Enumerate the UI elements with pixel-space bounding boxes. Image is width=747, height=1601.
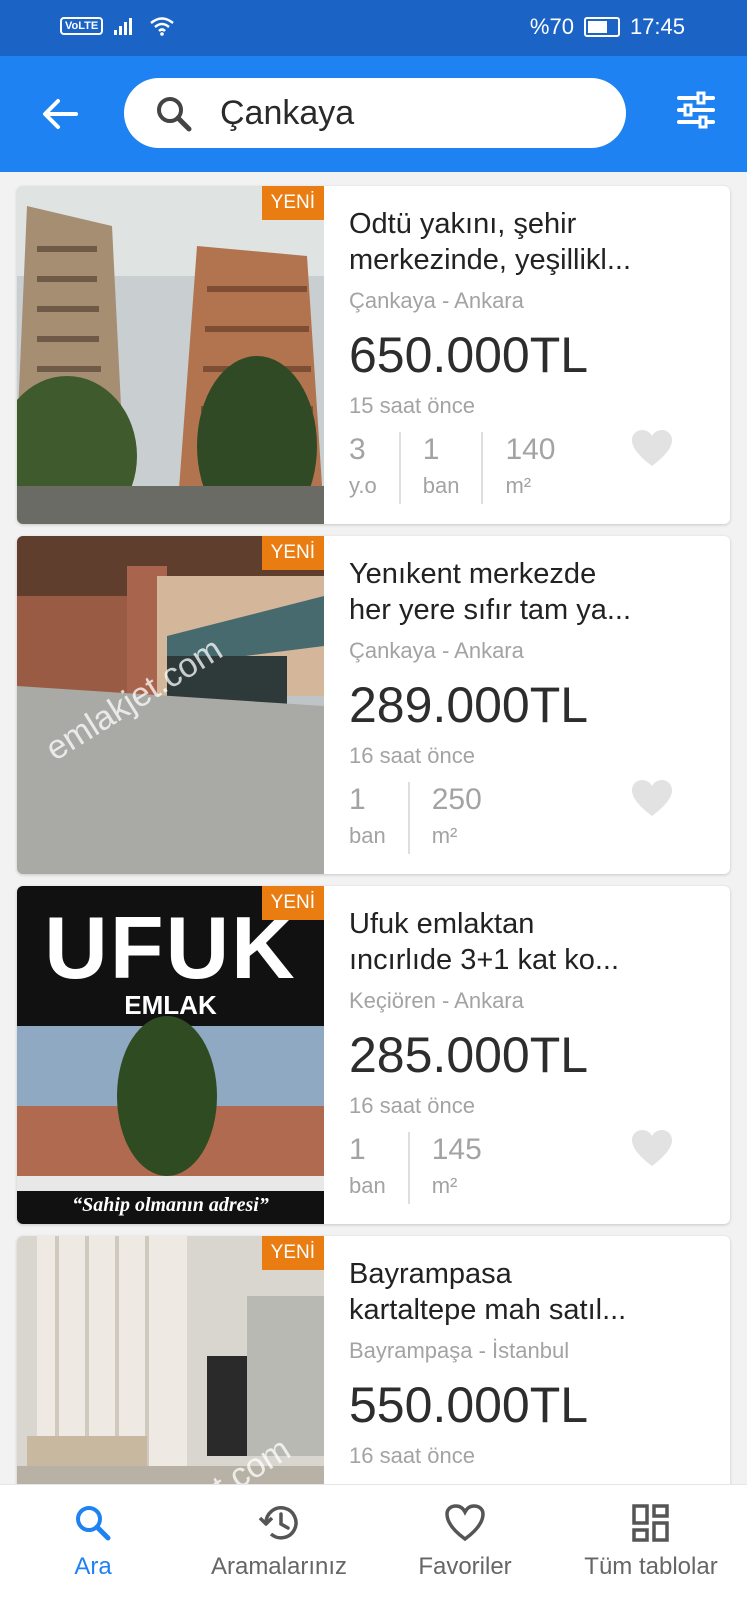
app-bar [0,56,747,172]
listing-time: 15 saat önce [349,393,475,418]
spec-area: 250 m² [431,783,482,848]
listing-title[interactable]: Ufuk emlaktan ıncırlıde 3+1 kat ko... [349,906,649,978]
slogan: “Sahip olmanın adresi” [72,1194,269,1216]
listing-list[interactable]: YENİ Odtü yakını, şehir merkezinde, yeşil… [0,172,747,1484]
listing-specs: 3 y.o 1 ban 140 m² [349,432,600,504]
listing-time: 16 saat önce [349,1093,475,1118]
listing-location: Çankaya - Ankara [349,638,524,663]
listing-price: 550.000TL [349,1377,589,1433]
listing-location: Bayrampaşa - İstanbul [349,1338,570,1363]
listing-price: 650.000TL [349,327,589,383]
spec-area: 140 m² [505,433,556,498]
volte-indicator: VoLTE [60,17,104,35]
logo-subtext: EMLAK [124,990,217,1020]
listing-photo[interactable]: YENİ [17,186,324,524]
search-input[interactable] [220,94,600,133]
favorite-heart-icon[interactable] [631,430,673,468]
listing-specs: 1 ban 145 m² [349,1132,526,1204]
spec-area: 145 m² [431,1133,482,1198]
listing-price: 289.000TL [349,677,589,733]
wifi-icon [150,17,174,36]
listing-title[interactable]: Odtü yakını, şehir merkezinde, yeşillikl.… [349,206,649,278]
listing-photo[interactable]: emlakjet.com YENİ [17,536,324,874]
spec-age: 3 y.o [349,432,401,504]
new-badge: YENİ [261,886,324,920]
spec-bathrooms: 1 ban [423,432,484,504]
search-icon [157,97,192,132]
apartment-photo [17,186,324,524]
listing-card[interactable]: emlakjet.com YENİ Bayrampasakartaltepe m… [17,1236,730,1484]
search-icon [76,1506,111,1541]
back-arrow-icon[interactable] [38,92,82,136]
nav-label: Favoriler [418,1553,512,1580]
listing-card[interactable]: UFUK EMLAK “Sahip olmanın adresi” YENİ U… [17,886,730,1224]
listing-title[interactable]: Yenıkent merkezde her yere sıfır tam ya..… [349,556,649,628]
new-badge: YENİ [261,536,324,570]
terrace-photo [17,536,324,874]
favorite-heart-icon[interactable] [631,780,673,818]
listing-time: 16 saat önce [349,1443,475,1468]
listing-location: Keçiören - Ankara [349,988,524,1013]
battery-icon [583,17,620,37]
signal-icon [114,18,133,35]
listing-location: Çankaya - Ankara [349,288,524,313]
status-bar: VoLTE %70 17:45 [0,0,747,56]
nav-ara[interactable]: Ara [0,1485,186,1601]
listing-photo[interactable]: emlakjet.com YENİ [17,1236,324,1484]
favorite-heart-icon[interactable] [631,1130,673,1168]
listing-title[interactable]: Bayrampasa kartaltepe mah satıl... [349,1256,649,1328]
nav-label: Aramalarınız [210,1553,348,1580]
listing-card[interactable]: YENİ Odtü yakını, şehir merkezinde, yeşil… [17,186,730,524]
nav-label: Ara [74,1553,112,1580]
new-badge: YENİ [261,1236,324,1270]
history-icon [258,1506,298,1540]
nav-tum-tablolar[interactable]: Tüm tablolar [558,1485,744,1601]
dashboard-icon [632,1504,669,1542]
new-badge: YENİ [261,186,324,220]
bottom-navigation: Ara Aramalarınız Favoriler Tüm tablolar [0,1484,747,1601]
battery-percent: %70 [529,14,574,39]
spec-bathrooms: 1 ban [349,782,410,854]
clock: 17:45 [629,14,685,39]
nav-favoriler[interactable]: Favoriler [372,1485,558,1601]
spec-bathrooms: 1 ban [349,1132,410,1204]
listing-price: 285.000TL [349,1027,589,1083]
heart-icon [445,1504,485,1542]
listing-photo[interactable]: UFUK EMLAK “Sahip olmanın adresi” YENİ [17,886,324,1224]
listing-card[interactable]: emlakjet.com YENİ Yenıkent merkezde her y… [17,536,730,874]
listing-time: 16 saat önce [349,743,475,768]
nav-label: Tüm tablolar [584,1553,718,1580]
listing-specs: 1 ban 250 m² [349,782,526,854]
filter-icon[interactable] [676,90,716,130]
search-bar[interactable] [124,78,626,148]
nav-aramalariniz[interactable]: Aramalarınız [186,1485,372,1601]
